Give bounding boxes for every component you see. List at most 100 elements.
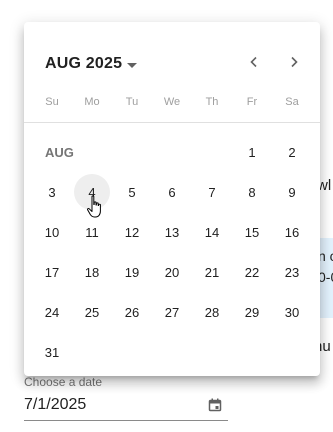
day-button[interactable]: 23 — [274, 254, 310, 290]
calendar-cell: 16 — [272, 212, 312, 252]
chevron-right-icon — [288, 55, 300, 73]
day-button[interactable]: 31 — [34, 334, 70, 370]
calendar-icon[interactable] — [208, 398, 222, 412]
calendar-cell: 4 — [72, 172, 112, 212]
calendar-cell — [72, 332, 112, 372]
caret-down-icon — [127, 62, 138, 68]
calendar-cell: 25 — [72, 292, 112, 332]
info-banner-text: n c — [318, 248, 333, 264]
day-button[interactable]: 2 — [274, 134, 310, 170]
calendar-week-row: 12 — [32, 132, 312, 172]
day-button[interactable]: 30 — [274, 294, 310, 330]
day-button[interactable]: 3 — [34, 174, 70, 210]
day-button[interactable]: 12 — [114, 214, 150, 250]
date-field-label: Choose a date — [24, 375, 103, 389]
datepicker-header: AUG 2025 — [24, 48, 320, 80]
calendar-cell: 30 — [272, 292, 312, 332]
period-label: AUG 2025 — [45, 55, 123, 72]
calendar-cell: 8 — [232, 172, 272, 212]
day-button[interactable]: 9 — [274, 174, 310, 210]
calendar-week-row: 31 — [32, 332, 312, 372]
day-button[interactable]: 27 — [154, 294, 190, 330]
calendar-week-row: 3456789 — [32, 172, 312, 212]
weekday-label: Tu — [125, 96, 139, 108]
calendar-cell: 22 — [232, 252, 272, 292]
calendar-cell: 24 — [32, 292, 72, 332]
page: wl n c 0-0 nu Choose a date 7/1/2025 AUG… — [0, 0, 333, 432]
calendar-cell: 21 — [192, 252, 232, 292]
calendar-cell: 18 — [72, 252, 112, 292]
calendar-cell — [112, 132, 152, 172]
next-month-button[interactable] — [278, 48, 310, 80]
calendar-cell: 9 — [272, 172, 312, 212]
day-button[interactable]: 24 — [34, 294, 70, 330]
calendar-cell: 2 — [272, 132, 312, 172]
calendar-cell: 23 — [272, 252, 312, 292]
day-button[interactable]: 19 — [114, 254, 150, 290]
calendar-cell: 28 — [192, 292, 232, 332]
weekday-header-row: Su Mo Tu We Th Fr Sa — [32, 96, 312, 114]
day-button[interactable]: 1 — [234, 134, 270, 170]
day-button[interactable]: 25 — [74, 294, 110, 330]
day-button[interactable]: 21 — [194, 254, 230, 290]
calendar-cell: 7 — [192, 172, 232, 212]
day-button[interactable]: 8 — [234, 174, 270, 210]
day-button[interactable]: 28 — [194, 294, 230, 330]
calendar-cell — [192, 332, 232, 372]
day-button[interactable]: 29 — [234, 294, 270, 330]
calendar-cell — [112, 332, 152, 372]
calendar-cell — [72, 132, 112, 172]
calendar-cell: 31 — [32, 332, 72, 372]
calendar-cell: 15 — [232, 212, 272, 252]
weekday-label: Su — [45, 96, 59, 108]
day-button[interactable]: 10 — [34, 214, 70, 250]
day-button[interactable]: 22 — [234, 254, 270, 290]
date-field[interactable]: Choose a date 7/1/2025 — [24, 372, 228, 422]
weekday-label: Mo — [84, 96, 100, 108]
day-button[interactable]: 7 — [194, 174, 230, 210]
calendar-cell: 5 — [112, 172, 152, 212]
calendar-cell: 1 — [232, 132, 272, 172]
info-banner-text: 0-0 — [318, 269, 333, 285]
calendar-week-row: 17 18 19 20 21 22 23 — [32, 252, 312, 292]
day-button[interactable]: 17 — [34, 254, 70, 290]
day-button[interactable]: 20 — [154, 254, 190, 290]
calendar-cell — [32, 132, 72, 172]
period-select-button[interactable]: AUG 2025 — [45, 48, 138, 80]
calendar-cell: 17 — [32, 252, 72, 292]
weekday-label: Sa — [285, 96, 299, 108]
calendar-cell: 19 — [112, 252, 152, 292]
calendar-cell — [232, 332, 272, 372]
calendar-cell: 27 — [152, 292, 192, 332]
day-button[interactable]: 11 — [74, 214, 110, 250]
calendar-cell — [152, 132, 192, 172]
calendar-cell — [192, 132, 232, 172]
day-button[interactable]: 18 — [74, 254, 110, 290]
weekday-label: Fr — [246, 96, 258, 108]
calendar-week-row: 10 11 12 13 14 15 16 — [32, 212, 312, 252]
day-button[interactable]: 5 — [114, 174, 150, 210]
previous-month-button[interactable] — [238, 48, 270, 80]
calendar-week-row: 24 25 26 27 28 29 30 — [32, 292, 312, 332]
date-input[interactable]: 7/1/2025 — [24, 396, 86, 414]
day-button[interactable]: 4 — [74, 174, 110, 210]
calendar-cell: 14 — [192, 212, 232, 252]
weekday-label: Th — [205, 96, 219, 108]
calendar-cell: 29 — [232, 292, 272, 332]
weekday-label: We — [163, 96, 181, 108]
day-button[interactable]: 6 — [154, 174, 190, 210]
day-button[interactable]: 14 — [194, 214, 230, 250]
calendar-cell — [152, 332, 192, 372]
calendar-cell: 3 — [32, 172, 72, 212]
calendar-cell: 20 — [152, 252, 192, 292]
day-button[interactable]: 26 — [114, 294, 150, 330]
calendar-cell — [272, 332, 312, 372]
day-button[interactable]: 15 — [234, 214, 270, 250]
divider — [24, 122, 320, 123]
calendar-cell: 26 — [112, 292, 152, 332]
calendar-cell: 12 — [112, 212, 152, 252]
day-button[interactable]: 13 — [154, 214, 190, 250]
day-button[interactable]: 16 — [274, 214, 310, 250]
datepicker-popup: AUG 2025 Su Mo Tu We Th Fr Sa AUG 1 2 3 … — [24, 22, 320, 376]
chevron-left-icon — [248, 55, 260, 73]
